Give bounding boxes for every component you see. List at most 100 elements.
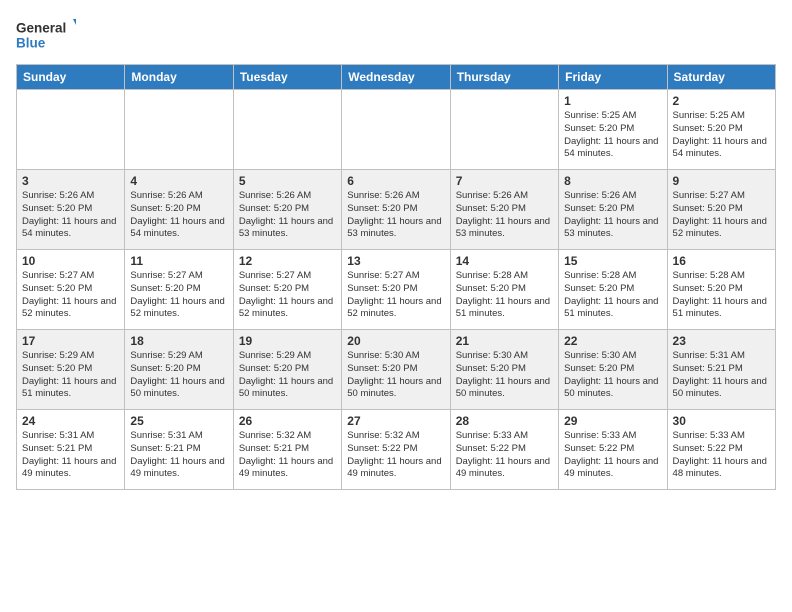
day-info: Sunrise: 5:27 AM Sunset: 5:20 PM Dayligh…	[22, 270, 119, 321]
day-number: 20	[347, 334, 444, 348]
day-info: Sunrise: 5:32 AM Sunset: 5:21 PM Dayligh…	[239, 430, 336, 481]
calendar-cell	[125, 90, 233, 170]
calendar-cell: 9 Sunrise: 5:27 AM Sunset: 5:20 PM Daylig…	[667, 170, 775, 250]
day-number: 8	[564, 174, 661, 188]
day-info: Sunrise: 5:27 AM Sunset: 5:20 PM Dayligh…	[239, 270, 336, 321]
day-info: Sunrise: 5:30 AM Sunset: 5:20 PM Dayligh…	[347, 350, 444, 401]
calendar-cell	[450, 90, 558, 170]
calendar-cell: 1 Sunrise: 5:25 AM Sunset: 5:20 PM Daylig…	[559, 90, 667, 170]
day-info: Sunrise: 5:30 AM Sunset: 5:20 PM Dayligh…	[564, 350, 661, 401]
calendar-cell: 15 Sunrise: 5:28 AM Sunset: 5:20 PM Dayli…	[559, 250, 667, 330]
day-info: Sunrise: 5:31 AM Sunset: 5:21 PM Dayligh…	[673, 350, 770, 401]
day-info: Sunrise: 5:29 AM Sunset: 5:20 PM Dayligh…	[22, 350, 119, 401]
day-number: 14	[456, 254, 553, 268]
day-number: 26	[239, 414, 336, 428]
day-info: Sunrise: 5:28 AM Sunset: 5:20 PM Dayligh…	[673, 270, 770, 321]
calendar-cell: 28Sunrise: 5:33 AM Sunset: 5:22 PM Dayli…	[450, 410, 558, 490]
logo-icon: General Blue	[16, 12, 76, 56]
col-header-monday: Monday	[125, 65, 233, 90]
day-info: Sunrise: 5:31 AM Sunset: 5:21 PM Dayligh…	[130, 430, 227, 481]
logo: General Blue	[16, 12, 76, 56]
day-info: Sunrise: 5:26 AM Sunset: 5:20 PM Dayligh…	[564, 190, 661, 241]
calendar-cell: 14 Sunrise: 5:28 AM Sunset: 5:20 PM Dayli…	[450, 250, 558, 330]
day-info: Sunrise: 5:33 AM Sunset: 5:22 PM Dayligh…	[456, 430, 553, 481]
col-header-tuesday: Tuesday	[233, 65, 341, 90]
day-info: Sunrise: 5:27 AM Sunset: 5:20 PM Dayligh…	[130, 270, 227, 321]
day-info: Sunrise: 5:26 AM Sunset: 5:20 PM Dayligh…	[130, 190, 227, 241]
calendar-cell: 10 Sunrise: 5:27 AM Sunset: 5:20 PM Dayli…	[17, 250, 125, 330]
calendar-cell: 6 Sunrise: 5:26 AM Sunset: 5:20 PM Daylig…	[342, 170, 450, 250]
calendar-cell	[342, 90, 450, 170]
day-info: Sunrise: 5:29 AM Sunset: 5:20 PM Dayligh…	[239, 350, 336, 401]
day-number: 18	[130, 334, 227, 348]
day-number: 15	[564, 254, 661, 268]
day-info: Sunrise: 5:29 AM Sunset: 5:20 PM Dayligh…	[130, 350, 227, 401]
day-number: 19	[239, 334, 336, 348]
day-info: Sunrise: 5:28 AM Sunset: 5:20 PM Dayligh…	[456, 270, 553, 321]
svg-text:Blue: Blue	[16, 36, 46, 51]
calendar-cell: 29 Sunrise: 5:33 AM Sunset: 5:22 PM Dayli…	[559, 410, 667, 490]
col-header-thursday: Thursday	[450, 65, 558, 90]
day-number: 23	[673, 334, 770, 348]
day-info: Sunrise: 5:27 AM Sunset: 5:20 PM Dayligh…	[347, 270, 444, 321]
day-number: 11	[130, 254, 227, 268]
calendar-cell: 20 Sunrise: 5:30 AM Sunset: 5:20 PM Dayli…	[342, 330, 450, 410]
day-info: Sunrise: 5:25 AM Sunset: 5:20 PM Dayligh…	[564, 110, 661, 161]
col-header-wednesday: Wednesday	[342, 65, 450, 90]
day-number: 6	[347, 174, 444, 188]
day-info: Sunrise: 5:32 AM Sunset: 5:22 PM Dayligh…	[347, 430, 444, 481]
calendar-cell: 24 Sunrise: 5:31 AM Sunset: 5:21 PM Dayli…	[17, 410, 125, 490]
day-info: Sunrise: 5:26 AM Sunset: 5:20 PM Dayligh…	[456, 190, 553, 241]
calendar-cell: 11 Sunrise: 5:27 AM Sunset: 5:20 PM Dayli…	[125, 250, 233, 330]
calendar-cell: 27 Sunrise: 5:32 AM Sunset: 5:22 PM Dayli…	[342, 410, 450, 490]
day-number: 5	[239, 174, 336, 188]
day-number: 7	[456, 174, 553, 188]
day-number: 3	[22, 174, 119, 188]
day-number: 30	[673, 414, 770, 428]
calendar-cell: 25 Sunrise: 5:31 AM Sunset: 5:21 PM Dayli…	[125, 410, 233, 490]
calendar-cell: 3Sunrise: 5:26 AM Sunset: 5:20 PM Daylig…	[17, 170, 125, 250]
calendar-cell: 17 Sunrise: 5:29 AM Sunset: 5:20 PM Dayli…	[17, 330, 125, 410]
calendar-cell	[17, 90, 125, 170]
day-info: Sunrise: 5:33 AM Sunset: 5:22 PM Dayligh…	[564, 430, 661, 481]
calendar-cell: 12 Sunrise: 5:27 AM Sunset: 5:20 PM Dayli…	[233, 250, 341, 330]
day-number: 2	[673, 94, 770, 108]
col-header-friday: Friday	[559, 65, 667, 90]
calendar-cell	[233, 90, 341, 170]
day-number: 9	[673, 174, 770, 188]
calendar-cell: 16 Sunrise: 5:28 AM Sunset: 5:20 PM Dayli…	[667, 250, 775, 330]
col-header-saturday: Saturday	[667, 65, 775, 90]
day-info: Sunrise: 5:26 AM Sunset: 5:20 PM Dayligh…	[347, 190, 444, 241]
calendar-cell: 4Sunrise: 5:26 AM Sunset: 5:20 PM Daylig…	[125, 170, 233, 250]
day-number: 25	[130, 414, 227, 428]
svg-text:General: General	[16, 21, 66, 36]
day-number: 17	[22, 334, 119, 348]
day-number: 21	[456, 334, 553, 348]
day-info: Sunrise: 5:26 AM Sunset: 5:20 PM Dayligh…	[239, 190, 336, 241]
day-number: 22	[564, 334, 661, 348]
calendar-cell: 13Sunrise: 5:27 AM Sunset: 5:20 PM Dayli…	[342, 250, 450, 330]
day-number: 10	[22, 254, 119, 268]
calendar-table: SundayMondayTuesdayWednesdayThursdayFrid…	[16, 64, 776, 490]
day-info: Sunrise: 5:27 AM Sunset: 5:20 PM Dayligh…	[673, 190, 770, 241]
calendar-cell: 22 Sunrise: 5:30 AM Sunset: 5:20 PM Dayli…	[559, 330, 667, 410]
day-number: 1	[564, 94, 661, 108]
day-number: 16	[673, 254, 770, 268]
day-number: 12	[239, 254, 336, 268]
calendar-cell: 7 Sunrise: 5:26 AM Sunset: 5:20 PM Daylig…	[450, 170, 558, 250]
calendar-cell: 23 Sunrise: 5:31 AM Sunset: 5:21 PM Dayli…	[667, 330, 775, 410]
day-info: Sunrise: 5:30 AM Sunset: 5:20 PM Dayligh…	[456, 350, 553, 401]
day-number: 29	[564, 414, 661, 428]
calendar-cell: 26 Sunrise: 5:32 AM Sunset: 5:21 PM Dayli…	[233, 410, 341, 490]
day-info: Sunrise: 5:28 AM Sunset: 5:20 PM Dayligh…	[564, 270, 661, 321]
day-info: Sunrise: 5:31 AM Sunset: 5:21 PM Dayligh…	[22, 430, 119, 481]
calendar-cell: 8 Sunrise: 5:26 AM Sunset: 5:20 PM Daylig…	[559, 170, 667, 250]
day-number: 24	[22, 414, 119, 428]
calendar-cell: 30Sunrise: 5:33 AM Sunset: 5:22 PM Dayli…	[667, 410, 775, 490]
calendar-cell: 19 Sunrise: 5:29 AM Sunset: 5:20 PM Dayli…	[233, 330, 341, 410]
col-header-sunday: Sunday	[17, 65, 125, 90]
calendar-cell: 2 Sunrise: 5:25 AM Sunset: 5:20 PM Daylig…	[667, 90, 775, 170]
day-number: 27	[347, 414, 444, 428]
page: General Blue SundayMondayTuesdayWednesda…	[0, 0, 792, 498]
day-info: Sunrise: 5:25 AM Sunset: 5:20 PM Dayligh…	[673, 110, 770, 161]
